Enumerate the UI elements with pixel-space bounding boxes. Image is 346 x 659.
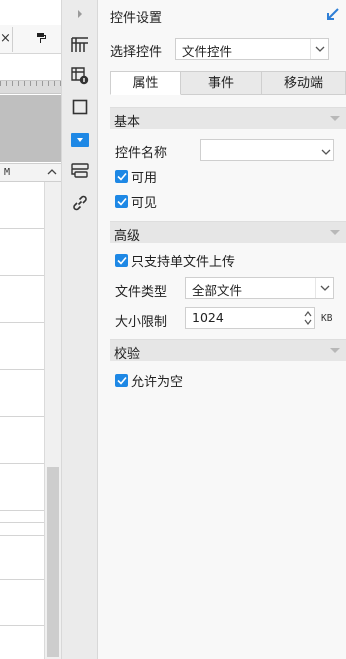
tab-events[interactable]: 事件: [181, 71, 262, 95]
size-limit-value: 1024: [192, 310, 224, 325]
vertical-scrollbar[interactable]: [44, 182, 61, 659]
frame-icon[interactable]: [68, 96, 92, 118]
single-upload-label: 只支持单文件上传: [131, 254, 236, 270]
collapse-arrow-icon[interactable]: [68, 3, 92, 25]
cell-property-icon[interactable]: [68, 34, 92, 56]
visible-label: 可见: [131, 195, 158, 211]
section-validation[interactable]: 校验: [110, 339, 346, 362]
grid-line: [0, 275, 44, 276]
widget-settings-icon[interactable]: [68, 129, 92, 151]
tab-separator: [12, 27, 13, 52]
enabled-checkbox[interactable]: [115, 169, 128, 183]
section-advanced[interactable]: 高级: [110, 221, 346, 244]
chevron-down-icon: [315, 278, 333, 298]
scrollbar-thumb[interactable]: [47, 467, 59, 657]
column-label: M: [4, 167, 11, 178]
tab-mobile[interactable]: 移动端: [262, 71, 346, 95]
chevron-up-icon[interactable]: [47, 165, 57, 182]
visible-checkbox-row[interactable]: 可见: [115, 193, 158, 211]
grid-line: [0, 322, 44, 323]
spreadsheet-area: × M: [0, 0, 61, 659]
pin-icon[interactable]: [326, 7, 340, 24]
sheet-tab-row: ×: [0, 25, 61, 54]
section-validation-label: 校验: [114, 347, 141, 362]
select-control-value: 文件控件: [182, 44, 233, 59]
grid-line: [0, 510, 44, 511]
grid-line: [0, 625, 44, 626]
section-basic-label: 基本: [114, 115, 141, 130]
cell-grid[interactable]: [0, 182, 44, 659]
grid-line: [0, 535, 44, 536]
enabled-checkbox-row[interactable]: 可用: [115, 168, 158, 186]
allow-empty-checkbox-row[interactable]: 允许为空: [115, 372, 184, 390]
chevron-down-icon[interactable]: [321, 145, 331, 159]
visible-checkbox[interactable]: [115, 194, 128, 208]
control-name-label: 控件名称: [115, 146, 168, 161]
section-basic[interactable]: 基本: [110, 107, 346, 130]
size-limit-label: 大小限制: [115, 315, 168, 330]
single-upload-checkbox[interactable]: [115, 253, 128, 267]
collapse-caret-icon: [330, 230, 340, 235]
file-type-value: 全部文件: [192, 283, 243, 298]
hyperlink-icon[interactable]: [68, 192, 92, 214]
close-tab-icon[interactable]: ×: [0, 31, 11, 46]
grid-line: [0, 416, 44, 417]
canvas-background: [0, 95, 61, 162]
cell-element-icon[interactable]: [68, 65, 92, 87]
panel-title: 控件设置: [110, 11, 163, 26]
file-type-dropdown[interactable]: 全部文件: [185, 277, 334, 299]
file-type-label: 文件类型: [115, 285, 168, 300]
chevron-down-icon: [310, 39, 328, 59]
column-header: M: [0, 163, 61, 182]
size-unit: KB: [321, 313, 333, 324]
section-advanced-label: 高级: [114, 229, 141, 244]
format-painter-icon[interactable]: [36, 32, 48, 44]
ruler: [0, 80, 61, 94]
property-tabs: 属性 事件 移动端: [110, 71, 346, 95]
grid-line: [0, 522, 44, 523]
grid-line: [0, 463, 44, 464]
grid-line: [0, 228, 44, 229]
collapse-caret-icon: [330, 116, 340, 121]
grid-line: [0, 579, 44, 580]
select-control-dropdown[interactable]: 文件控件: [175, 38, 329, 60]
side-toolbar: [61, 0, 98, 659]
stepper-arrows-icon[interactable]: [302, 308, 314, 328]
enabled-label: 可用: [131, 170, 158, 186]
select-control-label: 选择控件: [110, 45, 163, 60]
size-limit-stepper[interactable]: 1024: [185, 307, 315, 329]
panel-header: 控件设置: [98, 0, 346, 30]
widget-settings-panel: 控件设置 选择控件 文件控件 属性 事件 移动端 基本 控件名称 可用 可见 高…: [98, 0, 346, 659]
tab-properties[interactable]: 属性: [110, 71, 181, 95]
control-name-combobox[interactable]: [200, 139, 334, 161]
condition-attribute-icon[interactable]: [68, 160, 92, 182]
allow-empty-checkbox[interactable]: [115, 373, 128, 387]
allow-empty-label: 允许为空: [131, 374, 184, 390]
single-upload-checkbox-row[interactable]: 只支持单文件上传: [115, 252, 236, 270]
grid-line: [0, 369, 44, 370]
collapse-caret-icon: [330, 348, 340, 353]
